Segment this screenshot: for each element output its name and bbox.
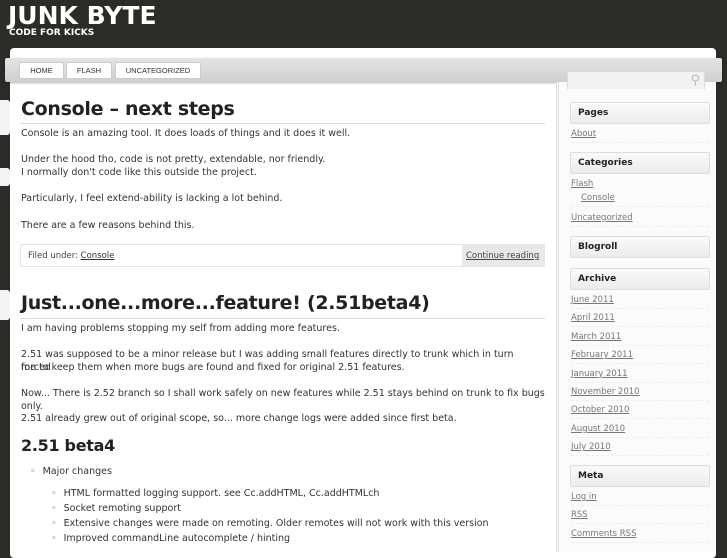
widget-title-pages: Pages: [570, 102, 710, 124]
list-item: Major changes: [30, 466, 112, 477]
widget-title-meta: Meta: [570, 465, 710, 487]
post-paragraph: I am having problems stopping my self fr…: [21, 323, 340, 334]
continue-reading-link[interactable]: Continue reading: [462, 245, 544, 266]
search-input[interactable]: ⚲: [567, 71, 705, 89]
post-paragraph: There are a few reasons behind this.: [21, 220, 195, 231]
post-paragraph: Console is an amazing tool. It does load…: [21, 128, 351, 139]
sidebar-link[interactable]: Flash: [571, 179, 709, 192]
post-paragraph: I normally don't code like this outside …: [21, 167, 257, 178]
list-item: Extensive changes were made on remoting.…: [51, 518, 489, 529]
post-paragraph: Now... There is 2.52 branch so I shall w…: [21, 388, 545, 399]
sidebar-link-login[interactable]: Log in: [571, 492, 709, 506]
divider: [20, 123, 545, 124]
post-paragraph: 2.51 already grew out of original scope,…: [21, 413, 457, 424]
category-link[interactable]: Console: [81, 251, 115, 261]
list-item: Improved commandLine autocomplete / hint…: [51, 533, 290, 544]
post-footer: Filed under: Console Continue reading: [20, 244, 545, 267]
widget-title-blogroll: Blogroll: [570, 236, 710, 258]
post-title[interactable]: Console – next steps: [21, 98, 235, 120]
filed-under-label: Filed under:: [28, 251, 78, 261]
sidebar-link[interactable]: Uncategorized: [571, 213, 709, 227]
widget-title-categories: Categories: [570, 152, 710, 174]
list-item: HTML formatted logging support. see Cc.a…: [51, 488, 380, 499]
archive-link[interactable]: August 2010: [571, 424, 709, 438]
nav-home[interactable]: HOME: [19, 62, 64, 79]
sidebar-link-comments-rss[interactable]: Comments RSS: [571, 529, 709, 543]
sidebar: Pages About Categories Flash Console Unc…: [556, 82, 716, 552]
sidebar-link[interactable]: Console: [571, 193, 709, 207]
archive-link[interactable]: March 2011: [571, 332, 709, 346]
archive-link[interactable]: October 2010: [571, 405, 709, 420]
post-paragraph: me to keep them when more bugs are found…: [21, 362, 405, 373]
post-subheading: 2.51 beta4: [21, 436, 115, 455]
nav-uncategorized[interactable]: UNCATEGORIZED: [115, 62, 201, 79]
divider: [20, 318, 545, 319]
archive-link[interactable]: February 2011: [571, 350, 709, 365]
left-edge-tab: [0, 290, 10, 320]
site-title[interactable]: JUNK BYTE: [8, 1, 157, 30]
sidebar-link[interactable]: About: [571, 129, 709, 143]
nav-flash[interactable]: FLASH: [66, 62, 112, 79]
post-paragraph: Particularly, I feel extend-ability is l…: [21, 193, 283, 204]
search-icon[interactable]: ⚲: [690, 73, 700, 88]
archive-link[interactable]: April 2011: [571, 313, 709, 328]
sidebar-link-rss[interactable]: RSS: [571, 510, 709, 524]
list-item: Socket remoting support: [51, 503, 181, 514]
widget-title-archive: Archive: [570, 268, 710, 290]
post-title[interactable]: Just...one...more...feature! (2.51beta4): [21, 292, 430, 314]
archive-link[interactable]: July 2010: [571, 442, 709, 457]
left-edge-tab: [0, 100, 10, 135]
left-edge-tab: [0, 168, 10, 186]
post-paragraph: Under the hood tho, code is not pretty, …: [21, 154, 326, 165]
archive-link[interactable]: January 2011: [571, 369, 709, 383]
archive-link[interactable]: June 2011: [571, 295, 709, 309]
site-tagline: CODE FOR KICKS: [9, 28, 95, 38]
archive-link[interactable]: November 2010: [571, 387, 709, 401]
